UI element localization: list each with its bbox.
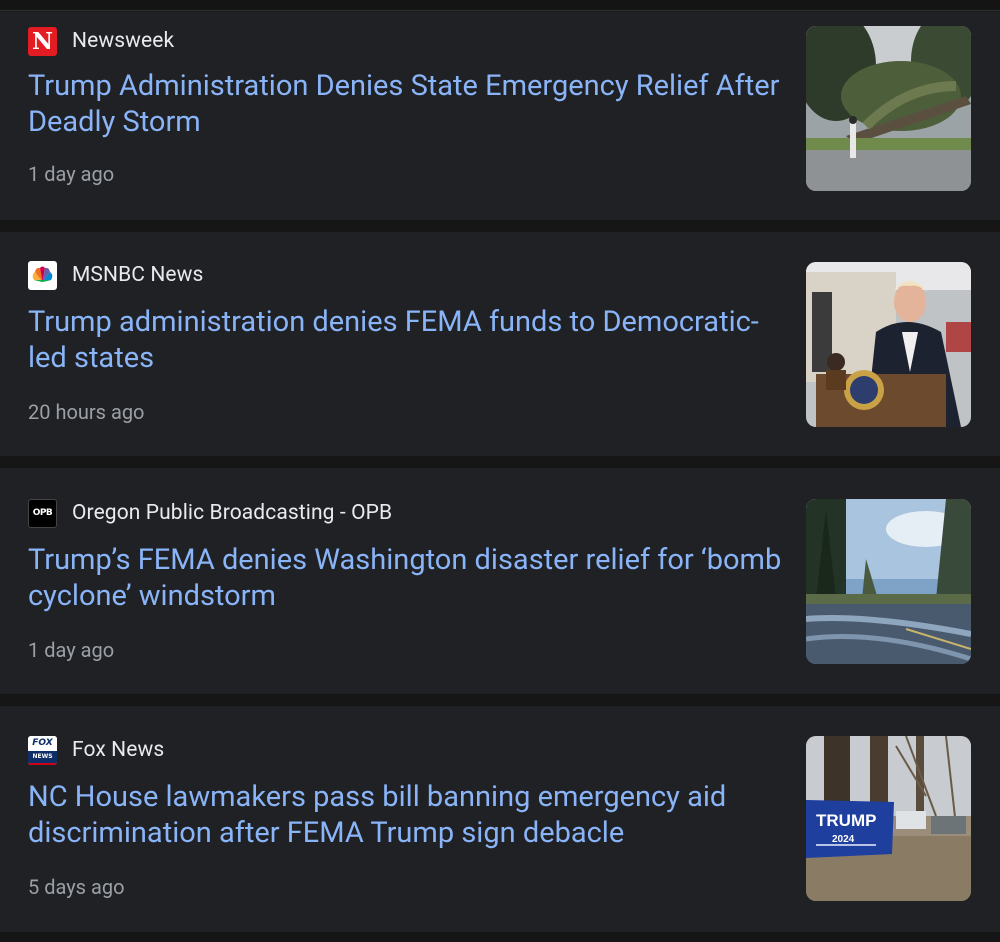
news-card[interactable]: N Newsweek Trump Administration Denies S… <box>0 12 1000 220</box>
top-divider <box>0 0 1000 11</box>
source-row[interactable]: N Newsweek <box>28 26 174 56</box>
president-podium-photo[interactable] <box>806 262 971 427</box>
source-name: MSNBC News <box>72 263 204 287</box>
card-divider <box>0 220 1000 232</box>
flooded-road-windstorm-photo[interactable] <box>806 499 971 664</box>
headline-link[interactable]: Trump Administration Denies State Emerge… <box>28 68 783 140</box>
news-card[interactable]: FOX NEWS Fox News NC House lawmakers pas… <box>0 706 1000 932</box>
headline-link[interactable]: NC House lawmakers pass bill banning eme… <box>28 779 783 851</box>
trump-sign-trees-photo[interactable]: TRUMP 2024 <box>806 736 971 901</box>
headline-link[interactable]: Trump’s FEMA denies Washington disaster … <box>28 542 783 614</box>
msnbc-peacock-logo-icon <box>28 260 57 290</box>
newsweek-logo-icon: N <box>28 26 57 56</box>
timestamp: 20 hours ago <box>28 400 145 424</box>
source-row[interactable]: FOX NEWS Fox News <box>28 735 164 765</box>
card-divider <box>0 932 1000 942</box>
source-name: Fox News <box>72 738 165 762</box>
timestamp: 5 days ago <box>28 875 125 899</box>
source-row[interactable]: OPB Oregon Public Broadcasting - OPB <box>28 498 392 528</box>
svg-text:2024: 2024 <box>832 834 855 845</box>
news-feed: N Newsweek Trump Administration Denies S… <box>0 0 1000 942</box>
source-name: Newsweek <box>72 29 175 53</box>
fallen-tree-storm-photo[interactable] <box>806 26 971 191</box>
svg-text:TRUMP: TRUMP <box>816 811 876 830</box>
card-divider <box>0 456 1000 468</box>
headline-link[interactable]: Trump administration denies FEMA funds t… <box>28 304 783 376</box>
source-row[interactable]: MSNBC News <box>28 260 203 290</box>
timestamp: 1 day ago <box>28 162 115 186</box>
news-card[interactable]: OPB Oregon Public Broadcasting - OPB Tru… <box>0 468 1000 694</box>
card-divider <box>0 694 1000 706</box>
source-name: Oregon Public Broadcasting - OPB <box>72 501 393 525</box>
fox-news-logo-icon: FOX NEWS <box>28 735 57 765</box>
timestamp: 1 day ago <box>28 638 115 662</box>
news-card[interactable]: MSNBC News Trump administration denies F… <box>0 232 1000 456</box>
opb-logo-icon: OPB <box>28 498 57 528</box>
